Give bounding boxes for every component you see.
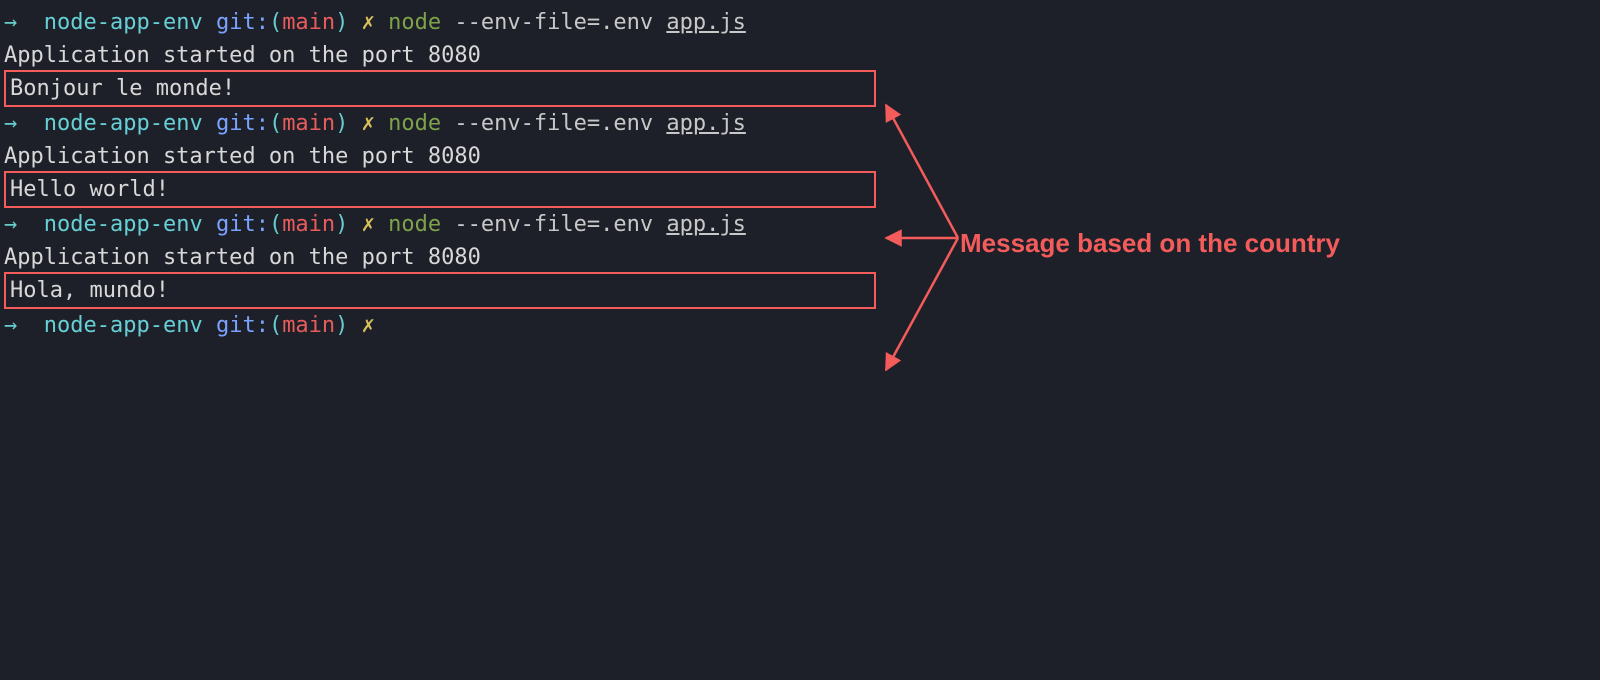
command-file: app.js [666, 111, 745, 136]
terminal[interactable]: → node-app-env git:(main) ✗ node --env-f… [0, 0, 1600, 680]
paren-open: ( [269, 10, 282, 35]
dirty-icon: ✗ [362, 212, 375, 237]
prompt-dir: node-app-env [44, 10, 203, 35]
paren-close: ) [335, 10, 348, 35]
command-name: node [388, 10, 441, 35]
paren-open: ( [269, 212, 282, 237]
annotation-label: Message based on the country [960, 224, 1340, 263]
prompt-branch: main [282, 10, 335, 35]
prompt-branch: main [282, 313, 335, 338]
prompt-arrow-icon: → [4, 313, 17, 338]
output-started: Application started on the port 8080 [4, 140, 1596, 173]
prompt-line: → node-app-env git:(main) ✗ node --env-f… [4, 6, 1596, 39]
prompt-branch: main [282, 111, 335, 136]
prompt-dir: node-app-env [44, 111, 203, 136]
prompt-line: → node-app-env git:(main) ✗ [4, 309, 1596, 342]
prompt-arrow-icon: → [4, 212, 17, 237]
paren-open: ( [269, 313, 282, 338]
prompt-dir: node-app-env [44, 313, 203, 338]
output-message-box: Hola, mundo! [4, 272, 876, 309]
prompt-dir: node-app-env [44, 212, 203, 237]
output-message-box: Hello world! [4, 171, 876, 208]
prompt-line: → node-app-env git:(main) ✗ node --env-f… [4, 107, 1596, 140]
output-started: Application started on the port 8080 [4, 241, 1596, 274]
prompt-branch: main [282, 212, 335, 237]
prompt-arrow-icon: → [4, 111, 17, 136]
paren-close: ) [335, 313, 348, 338]
dirty-icon: ✗ [362, 313, 375, 338]
prompt-git-label: git: [216, 313, 269, 338]
output-started: Application started on the port 8080 [4, 39, 1596, 72]
prompt-git-label: git: [216, 111, 269, 136]
command-name: node [388, 111, 441, 136]
output-message-box: Bonjour le monde! [4, 70, 876, 107]
paren-open: ( [269, 111, 282, 136]
prompt-git-label: git: [216, 10, 269, 35]
paren-close: ) [335, 111, 348, 136]
dirty-icon: ✗ [362, 111, 375, 136]
command-file: app.js [666, 212, 745, 237]
dirty-icon: ✗ [362, 10, 375, 35]
prompt-line: → node-app-env git:(main) ✗ node --env-f… [4, 208, 1596, 241]
command-args: --env-file=.env [454, 111, 653, 136]
command-name: node [388, 212, 441, 237]
command-args: --env-file=.env [454, 212, 653, 237]
command-args: --env-file=.env [454, 10, 653, 35]
prompt-git-label: git: [216, 212, 269, 237]
command-file: app.js [666, 10, 745, 35]
prompt-arrow-icon: → [4, 10, 17, 35]
paren-close: ) [335, 212, 348, 237]
